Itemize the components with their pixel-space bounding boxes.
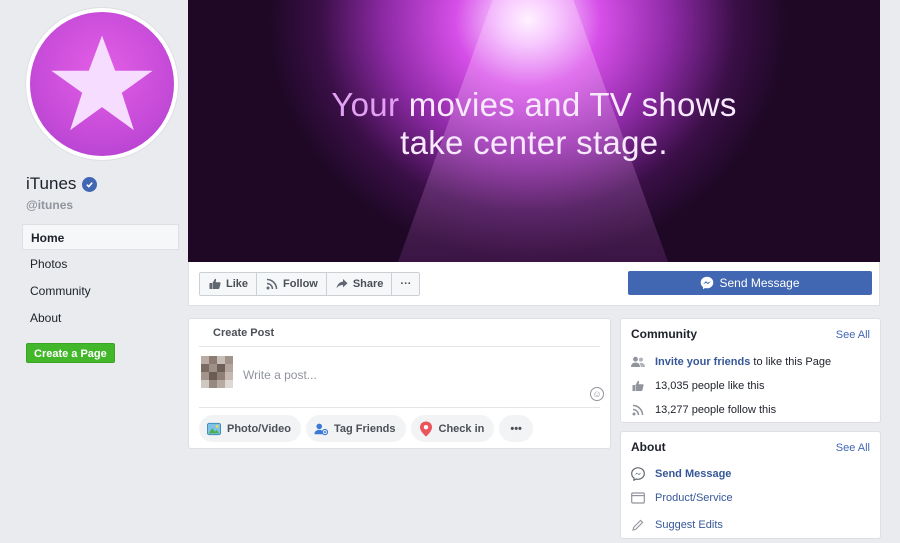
check-in-label: Check in [438, 422, 485, 435]
cover-headline-line1: movies and TV shows [399, 86, 737, 123]
nav-item-home[interactable]: Home [22, 224, 179, 250]
check-in-button[interactable]: Check in [410, 415, 495, 442]
thumbs-up-icon [208, 277, 222, 291]
about-send-message-link[interactable]: Send Message [655, 468, 731, 480]
follows-count: 13,277 people follow this [655, 404, 777, 416]
like-button[interactable]: Like [200, 273, 258, 295]
photo-video-button[interactable]: Photo/Video [199, 415, 301, 442]
follows-count-row: 13,277 people follow this [631, 403, 776, 417]
write-post-input[interactable]: Write a post... [243, 368, 317, 382]
send-message-button[interactable]: Send Message [628, 271, 872, 295]
about-send-message-row[interactable]: Send Message [631, 467, 731, 481]
tag-friends-label: Tag Friends [333, 422, 396, 435]
suggest-edits-link[interactable]: Suggest Edits [655, 519, 723, 531]
messenger-icon [631, 467, 645, 481]
cover-headline-line2: take center stage. [400, 124, 668, 161]
cover-photo[interactable]: Your movies and TV shows take center sta… [188, 0, 880, 262]
page-name[interactable]: iTunes [26, 174, 76, 194]
user-avatar [201, 356, 233, 388]
cover-headline-highlight: Your [331, 86, 400, 123]
tag-friends-button[interactable]: Tag Friends [305, 415, 406, 442]
share-label: Share [352, 278, 384, 290]
community-card: Community See All Invite your friends to… [620, 318, 881, 423]
suggest-edits-row[interactable]: Suggest Edits [631, 518, 723, 532]
verified-badge-icon [82, 176, 98, 192]
page-action-bar: Like Follow Share ··· Send Message [188, 262, 880, 306]
likes-count: 13,035 people like this [655, 380, 765, 392]
location-pin-icon [419, 421, 433, 436]
likes-count-row: 13,035 people like this [631, 379, 764, 393]
follow-button[interactable]: Follow [257, 273, 327, 295]
about-card: About See All Send Message Product/Servi… [620, 431, 881, 539]
page-title[interactable]: iTunes [26, 174, 98, 194]
people-icon [631, 355, 645, 369]
more-actions-button[interactable]: ··· [392, 273, 419, 295]
about-see-all-link[interactable]: See All [836, 442, 870, 454]
itunes-star-logo [30, 12, 174, 156]
thumbs-up-icon [631, 379, 645, 393]
category-icon [631, 491, 645, 505]
tag-friends-icon [314, 422, 328, 436]
messenger-icon [700, 276, 714, 290]
community-title: Community [631, 327, 697, 341]
rss-follow-icon [631, 403, 645, 417]
post-divider [199, 407, 600, 408]
about-title: About [631, 440, 666, 454]
share-arrow-icon [335, 277, 349, 291]
invite-friends-link[interactable]: Invite your friends [655, 356, 750, 368]
emoji-icon[interactable]: ☺ [590, 387, 604, 401]
share-button[interactable]: Share [327, 273, 393, 295]
invite-friends-row: Invite your friends to like this Page [631, 355, 831, 369]
more-post-options-button[interactable]: ••• [499, 415, 533, 442]
cover-headline: Your movies and TV shows take center sta… [188, 86, 880, 162]
pencil-icon [631, 518, 645, 532]
send-message-label: Send Message [719, 276, 800, 290]
rss-follow-icon [265, 277, 279, 291]
community-see-all-link[interactable]: See All [836, 329, 870, 341]
create-post-title[interactable]: Create Post [199, 319, 600, 347]
post-action-buttons: Photo/Video Tag Friends Check in ••• [199, 415, 533, 442]
invite-friends-text: to like this Page [750, 356, 832, 368]
create-post-composer: Create Post Write a post... ☺ Photo/Vide… [188, 318, 611, 449]
nav-item-photos[interactable]: Photos [22, 251, 179, 277]
nav-item-community[interactable]: Community [22, 278, 179, 304]
follow-label: Follow [283, 278, 318, 290]
nav-item-about[interactable]: About [22, 305, 179, 331]
page-handle[interactable]: @itunes [26, 198, 73, 212]
profile-picture[interactable] [26, 8, 178, 160]
like-label: Like [226, 278, 249, 290]
photo-video-label: Photo/Video [227, 422, 291, 435]
category-row: Product/Service [631, 491, 733, 505]
page-nav: Home Photos Community About [22, 224, 179, 332]
page-action-buttons: Like Follow Share ··· [199, 272, 421, 296]
category-link[interactable]: Product/Service [655, 492, 733, 504]
create-page-button[interactable]: Create a Page [26, 343, 115, 363]
photo-icon [207, 422, 221, 436]
